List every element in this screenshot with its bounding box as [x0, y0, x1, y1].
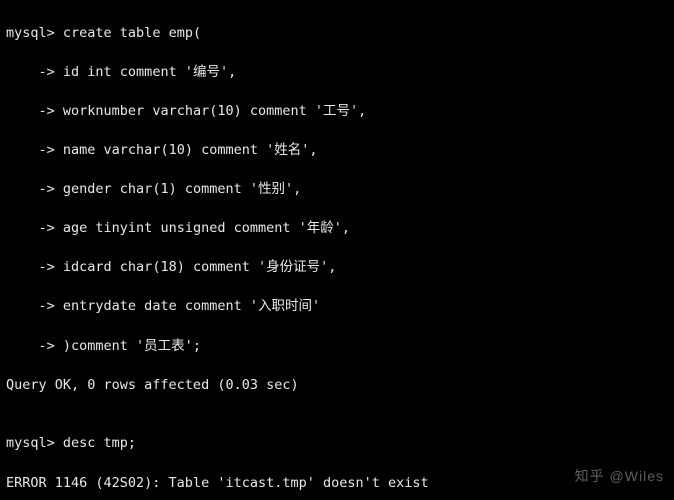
mysql-prompt: mysql>: [6, 25, 55, 41]
sql-create-line-3: name varchar(10) comment '姓名',: [55, 142, 318, 158]
sql-create-line-5: age tinyint unsigned comment '年龄',: [55, 220, 350, 236]
cont-line: -> )comment '员工表';: [6, 337, 668, 357]
cont-prompt: ->: [6, 181, 55, 197]
prompt-line: mysql> create table emp(: [6, 24, 668, 44]
mysql-prompt: mysql>: [6, 435, 55, 451]
sql-create-line-4: gender char(1) comment '性别',: [55, 181, 301, 197]
cont-line: -> age tinyint unsigned comment '年龄',: [6, 219, 668, 239]
cont-line: -> id int comment '编号',: [6, 63, 668, 83]
sql-create-line-6: idcard char(18) comment '身份证号',: [55, 259, 337, 275]
sql-desc-tmp: desc tmp;: [55, 435, 136, 451]
cont-prompt: ->: [6, 103, 55, 119]
terminal-output[interactable]: mysql> create table emp( -> id int comme…: [0, 0, 674, 500]
sql-create-line-7: entrydate date comment '入职时间': [55, 298, 320, 314]
query-ok-line: Query OK, 0 rows affected (0.03 sec): [6, 376, 668, 396]
cont-line: -> gender char(1) comment '性别',: [6, 180, 668, 200]
sql-create-line-8: )comment '员工表';: [55, 338, 201, 354]
error-line: ERROR 1146 (42S02): Table 'itcast.tmp' d…: [6, 474, 668, 494]
cont-line: -> worknumber varchar(10) comment '工号',: [6, 102, 668, 122]
cont-prompt: ->: [6, 64, 55, 80]
cont-prompt: ->: [6, 142, 55, 158]
sql-create-line-0: create table emp(: [55, 25, 201, 41]
cont-line: -> idcard char(18) comment '身份证号',: [6, 258, 668, 278]
cont-line: -> entrydate date comment '入职时间': [6, 297, 668, 317]
prompt-line: mysql> desc tmp;: [6, 434, 668, 454]
cont-prompt: ->: [6, 259, 55, 275]
sql-create-line-2: worknumber varchar(10) comment '工号',: [55, 103, 366, 119]
cont-prompt: ->: [6, 220, 55, 236]
sql-create-line-1: id int comment '编号',: [55, 64, 236, 80]
cont-prompt: ->: [6, 338, 55, 354]
cont-prompt: ->: [6, 298, 55, 314]
cont-line: -> name varchar(10) comment '姓名',: [6, 141, 668, 161]
